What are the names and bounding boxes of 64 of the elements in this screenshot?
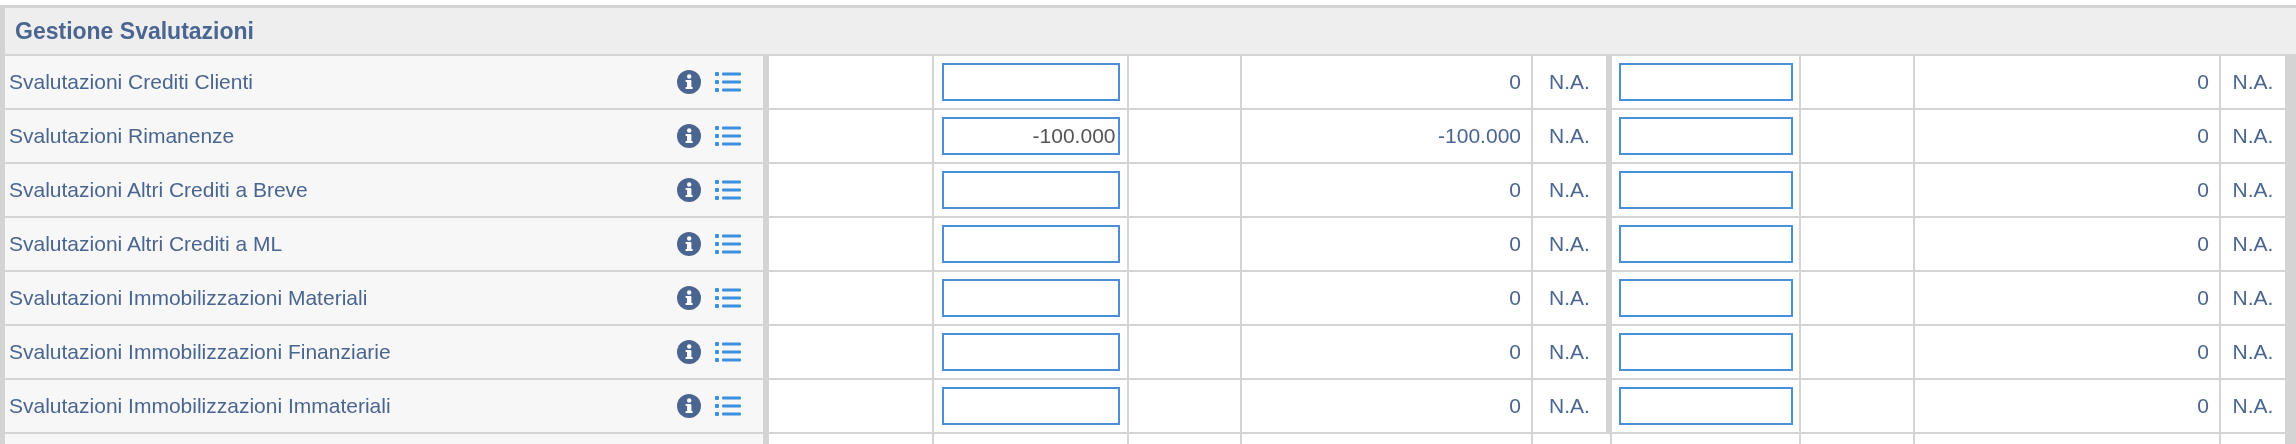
input-field[interactable] [1618,333,1793,371]
info-icon[interactable] [677,394,701,418]
table-cell: 0 [2197,394,2209,418]
table-cell: 0 [2197,124,2209,148]
input-field[interactable] [941,387,1120,425]
info-icon[interactable] [677,340,701,364]
table-cell: 0 [1509,286,1521,310]
list-icon[interactable] [715,125,741,147]
list-icon[interactable] [715,233,741,255]
row-label: Svalutazioni Rimanenze [9,124,235,148]
table-cell: N.A. [1549,178,1590,202]
input-field[interactable] [1618,63,1793,101]
list-icon[interactable] [715,71,741,93]
input-field[interactable] [1618,279,1793,317]
input-field[interactable] [1618,117,1793,155]
row-label: Svalutazioni Immobilizzazioni Finanziarie [9,340,391,364]
info-icon[interactable] [677,124,701,148]
list-icon[interactable] [715,341,741,363]
table-cell: N.A. [2232,340,2274,364]
table-cell: N.A. [2232,70,2274,94]
row-label: Svalutazioni Altri Crediti a ML [9,232,283,256]
table-cell: 0 [1509,394,1521,418]
info-icon[interactable] [677,178,701,202]
info-icon[interactable] [677,232,701,256]
table-cell: 0 [1509,70,1521,94]
row-label: Svalutazioni Altri Crediti a Breve [9,178,308,202]
table-cell: N.A. [2232,124,2274,148]
table-cell: 0 [2197,232,2209,256]
table-cell: N.A. [2232,286,2274,310]
info-icon[interactable] [677,70,701,94]
table-cell: N.A. [1549,394,1590,418]
row-label: Svalutazioni Immobilizzazioni Immateriali [9,394,391,418]
table-cell: -100.000 [1438,124,1521,148]
list-icon[interactable] [715,287,741,309]
table-cell: N.A. [1549,70,1590,94]
table-cell: 0 [1509,178,1521,202]
table-cell: N.A. [2232,178,2274,202]
input-field[interactable] [941,333,1120,371]
input-field[interactable] [1618,225,1793,263]
list-icon[interactable] [715,179,741,201]
info-icon[interactable] [677,286,701,310]
row-label: Svalutazioni Immobilizzazioni Materiali [9,286,368,310]
table-cell: 0 [1509,340,1521,364]
row-label: Svalutazioni Crediti Clienti [9,70,253,94]
input-field[interactable]: -100.000 [941,117,1120,155]
table-cell: N.A. [2232,232,2274,256]
input-field[interactable] [941,279,1120,317]
section-title: Gestione Svalutazioni [15,17,254,45]
table-cell: N.A. [1549,286,1590,310]
table-cell: 0 [2197,178,2209,202]
table-cell: N.A. [2232,394,2274,418]
input-field[interactable] [1618,387,1793,425]
table-cell: 0 [2197,340,2209,364]
table-cell: 0 [1509,232,1521,256]
list-icon[interactable] [715,395,741,417]
input-field[interactable] [941,171,1120,209]
table-cell: N.A. [1549,124,1590,148]
table-cell: 0 [2197,286,2209,310]
input-field[interactable] [941,225,1120,263]
table-cell: N.A. [1549,340,1590,364]
input-field[interactable] [1618,171,1793,209]
table-cell: N.A. [1549,232,1590,256]
table-cell: 0 [2197,70,2209,94]
input-field[interactable] [941,63,1120,101]
